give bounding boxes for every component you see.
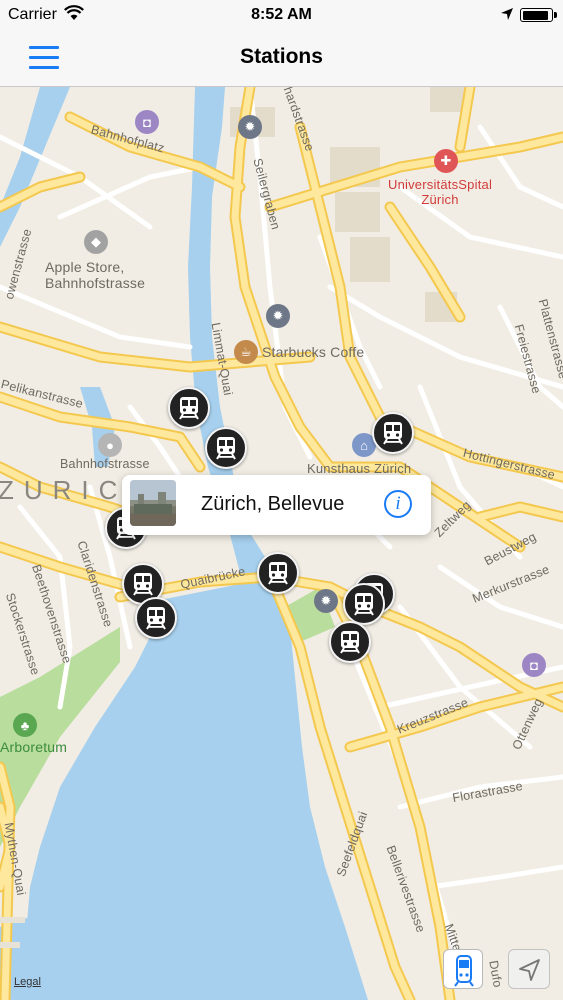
poi-label-starbucks: Starbucks Coffe: [262, 344, 365, 360]
train-icon: [146, 607, 166, 630]
coffee-icon[interactable]: ☕: [234, 340, 258, 364]
cinema-icon[interactable]: ✹: [266, 304, 290, 328]
park-icon[interactable]: ♣: [13, 713, 37, 737]
landmark-icon[interactable]: ●: [98, 433, 122, 457]
tram-stop-icon[interactable]: ◘: [522, 653, 546, 677]
info-icon[interactable]: i: [384, 490, 412, 518]
train-icon: [179, 397, 199, 420]
station-callout[interactable]: Zürich, Bellevue i: [122, 475, 431, 535]
poi-label-arboretum: Arboretum: [0, 739, 68, 755]
status-bar: Carrier 8:52 AM: [0, 0, 563, 30]
battery-fill: [522, 10, 549, 20]
cinema-icon[interactable]: ✹: [314, 589, 338, 613]
legal-link[interactable]: Legal: [14, 976, 41, 988]
cinema-icon[interactable]: ✹: [238, 115, 262, 139]
station-marker[interactable]: [343, 583, 385, 625]
train-icon: [268, 562, 288, 585]
battery-icon: [520, 8, 557, 22]
poi-label-bahnhofstrasse: Bahnhofstrasse: [60, 457, 150, 471]
map-view[interactable]: Bahnhofplatz hardstrasse Seilergraben ow…: [0, 87, 563, 1000]
station-marker[interactable]: [135, 597, 177, 639]
city-label: ZURIC: [0, 475, 128, 505]
train-icon: [354, 593, 374, 616]
poi-label-universitatsspital: UniversitätsSpital Zürich: [388, 177, 492, 207]
poi-label-apple-store: Apple Store, Bahnhofstrasse: [45, 259, 145, 291]
poi-label-universitatsspital-line1: UniversitätsSpital: [388, 177, 493, 192]
station-thumbnail: [130, 480, 176, 526]
train-icon: [216, 437, 236, 460]
poi-label-kunsthaus: Kunsthaus Zürich: [307, 461, 412, 476]
location-arrow-button[interactable]: [508, 949, 550, 989]
poi-label-apple-store-line1: Apple Store,: [45, 259, 125, 275]
train-icon: [133, 573, 153, 596]
stations-toggle-button[interactable]: [443, 949, 483, 989]
station-name: Zürich, Bellevue: [201, 493, 345, 515]
station-marker[interactable]: [205, 427, 247, 469]
train-icon: [383, 422, 403, 445]
station-marker[interactable]: [168, 387, 210, 429]
location-services-icon: [501, 8, 513, 20]
apple-store-icon[interactable]: ◆: [84, 230, 108, 254]
tram-stop-icon[interactable]: ◘: [135, 110, 159, 134]
station-marker[interactable]: [372, 412, 414, 454]
hospital-icon[interactable]: ✚: [434, 149, 458, 173]
stations-toggle-icon: [454, 955, 474, 987]
poi-label-apple-store-line2: Bahnhofstrasse: [45, 275, 146, 291]
location-arrow-icon: [519, 959, 540, 981]
clock: 8:52 AM: [251, 6, 312, 23]
navigation-bar: Stations: [0, 30, 563, 87]
train-icon: [340, 631, 360, 654]
station-marker[interactable]: [329, 621, 371, 663]
poi-label-universitatsspital-line2: Zürich: [421, 192, 459, 207]
page-title: Stations: [240, 45, 323, 68]
station-marker[interactable]: [257, 552, 299, 594]
